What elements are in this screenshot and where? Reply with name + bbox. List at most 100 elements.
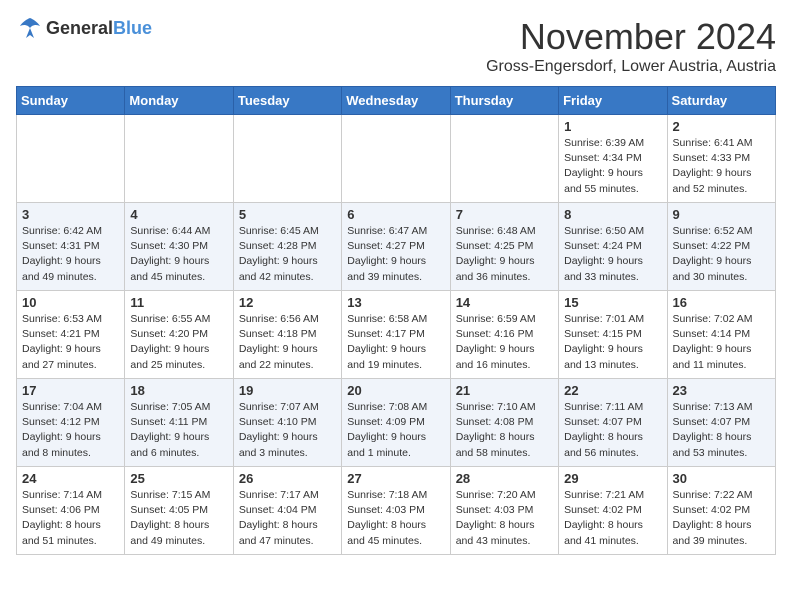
day-number: 7	[456, 207, 553, 222]
day-number: 10	[22, 295, 119, 310]
day-number: 23	[673, 383, 770, 398]
day-info: Sunrise: 6:48 AMSunset: 4:25 PMDaylight:…	[456, 224, 553, 285]
day-info: Sunrise: 6:53 AMSunset: 4:21 PMDaylight:…	[22, 312, 119, 373]
day-number: 5	[239, 207, 336, 222]
day-info: Sunrise: 6:55 AMSunset: 4:20 PMDaylight:…	[130, 312, 227, 373]
day-info: Sunrise: 7:07 AMSunset: 4:10 PMDaylight:…	[239, 400, 336, 461]
day-info: Sunrise: 7:14 AMSunset: 4:06 PMDaylight:…	[22, 488, 119, 549]
calendar-cell: 18 Sunrise: 7:05 AMSunset: 4:11 PMDaylig…	[125, 379, 233, 467]
calendar-cell	[125, 115, 233, 203]
day-info: Sunrise: 6:56 AMSunset: 4:18 PMDaylight:…	[239, 312, 336, 373]
day-number: 19	[239, 383, 336, 398]
calendar-cell	[233, 115, 341, 203]
calendar-cell: 24 Sunrise: 7:14 AMSunset: 4:06 PMDaylig…	[17, 467, 125, 555]
calendar-cell: 16 Sunrise: 7:02 AMSunset: 4:14 PMDaylig…	[667, 291, 775, 379]
calendar-table: SundayMondayTuesdayWednesdayThursdayFrid…	[16, 86, 776, 555]
calendar-week-5: 24 Sunrise: 7:14 AMSunset: 4:06 PMDaylig…	[17, 467, 776, 555]
calendar-cell: 27 Sunrise: 7:18 AMSunset: 4:03 PMDaylig…	[342, 467, 450, 555]
calendar-cell: 22 Sunrise: 7:11 AMSunset: 4:07 PMDaylig…	[559, 379, 667, 467]
day-info: Sunrise: 7:05 AMSunset: 4:11 PMDaylight:…	[130, 400, 227, 461]
day-info: Sunrise: 7:10 AMSunset: 4:08 PMDaylight:…	[456, 400, 553, 461]
weekday-header-monday: Monday	[125, 87, 233, 115]
calendar-cell: 30 Sunrise: 7:22 AMSunset: 4:02 PMDaylig…	[667, 467, 775, 555]
calendar-cell: 2 Sunrise: 6:41 AMSunset: 4:33 PMDayligh…	[667, 115, 775, 203]
day-info: Sunrise: 6:58 AMSunset: 4:17 PMDaylight:…	[347, 312, 444, 373]
day-number: 16	[673, 295, 770, 310]
calendar-week-1: 1 Sunrise: 6:39 AMSunset: 4:34 PMDayligh…	[17, 115, 776, 203]
calendar-cell: 10 Sunrise: 6:53 AMSunset: 4:21 PMDaylig…	[17, 291, 125, 379]
day-info: Sunrise: 6:42 AMSunset: 4:31 PMDaylight:…	[22, 224, 119, 285]
calendar-cell: 25 Sunrise: 7:15 AMSunset: 4:05 PMDaylig…	[125, 467, 233, 555]
calendar-cell: 28 Sunrise: 7:20 AMSunset: 4:03 PMDaylig…	[450, 467, 558, 555]
day-number: 9	[673, 207, 770, 222]
calendar-week-3: 10 Sunrise: 6:53 AMSunset: 4:21 PMDaylig…	[17, 291, 776, 379]
calendar-cell: 12 Sunrise: 6:56 AMSunset: 4:18 PMDaylig…	[233, 291, 341, 379]
day-number: 11	[130, 295, 227, 310]
calendar-cell	[342, 115, 450, 203]
day-info: Sunrise: 6:52 AMSunset: 4:22 PMDaylight:…	[673, 224, 770, 285]
calendar-cell: 9 Sunrise: 6:52 AMSunset: 4:22 PMDayligh…	[667, 203, 775, 291]
day-number: 14	[456, 295, 553, 310]
day-number: 22	[564, 383, 661, 398]
weekday-header-row: SundayMondayTuesdayWednesdayThursdayFrid…	[17, 87, 776, 115]
day-number: 25	[130, 471, 227, 486]
day-number: 4	[130, 207, 227, 222]
day-number: 1	[564, 119, 661, 134]
calendar-cell: 19 Sunrise: 7:07 AMSunset: 4:10 PMDaylig…	[233, 379, 341, 467]
day-number: 12	[239, 295, 336, 310]
day-number: 6	[347, 207, 444, 222]
day-number: 27	[347, 471, 444, 486]
calendar-cell: 3 Sunrise: 6:42 AMSunset: 4:31 PMDayligh…	[17, 203, 125, 291]
weekday-header-sunday: Sunday	[17, 87, 125, 115]
title-area: November 2024 Gross-Engersdorf, Lower Au…	[486, 16, 776, 76]
calendar-week-4: 17 Sunrise: 7:04 AMSunset: 4:12 PMDaylig…	[17, 379, 776, 467]
day-number: 15	[564, 295, 661, 310]
logo-general: General	[46, 18, 113, 38]
calendar-cell	[17, 115, 125, 203]
calendar-cell: 20 Sunrise: 7:08 AMSunset: 4:09 PMDaylig…	[342, 379, 450, 467]
calendar-cell: 14 Sunrise: 6:59 AMSunset: 4:16 PMDaylig…	[450, 291, 558, 379]
day-info: Sunrise: 7:22 AMSunset: 4:02 PMDaylight:…	[673, 488, 770, 549]
day-info: Sunrise: 7:21 AMSunset: 4:02 PMDaylight:…	[564, 488, 661, 549]
day-number: 29	[564, 471, 661, 486]
day-number: 3	[22, 207, 119, 222]
calendar-cell	[450, 115, 558, 203]
calendar-cell: 17 Sunrise: 7:04 AMSunset: 4:12 PMDaylig…	[17, 379, 125, 467]
day-number: 2	[673, 119, 770, 134]
weekday-header-friday: Friday	[559, 87, 667, 115]
day-info: Sunrise: 7:15 AMSunset: 4:05 PMDaylight:…	[130, 488, 227, 549]
calendar-cell: 26 Sunrise: 7:17 AMSunset: 4:04 PMDaylig…	[233, 467, 341, 555]
day-info: Sunrise: 7:18 AMSunset: 4:03 PMDaylight:…	[347, 488, 444, 549]
day-number: 18	[130, 383, 227, 398]
day-info: Sunrise: 6:59 AMSunset: 4:16 PMDaylight:…	[456, 312, 553, 373]
calendar-cell: 4 Sunrise: 6:44 AMSunset: 4:30 PMDayligh…	[125, 203, 233, 291]
calendar-cell: 21 Sunrise: 7:10 AMSunset: 4:08 PMDaylig…	[450, 379, 558, 467]
day-number: 20	[347, 383, 444, 398]
calendar-cell: 15 Sunrise: 7:01 AMSunset: 4:15 PMDaylig…	[559, 291, 667, 379]
calendar-cell: 13 Sunrise: 6:58 AMSunset: 4:17 PMDaylig…	[342, 291, 450, 379]
day-info: Sunrise: 7:13 AMSunset: 4:07 PMDaylight:…	[673, 400, 770, 461]
day-info: Sunrise: 6:39 AMSunset: 4:34 PMDaylight:…	[564, 136, 661, 197]
month-title: November 2024	[486, 16, 776, 58]
day-info: Sunrise: 6:50 AMSunset: 4:24 PMDaylight:…	[564, 224, 661, 285]
calendar-cell: 29 Sunrise: 7:21 AMSunset: 4:02 PMDaylig…	[559, 467, 667, 555]
day-number: 17	[22, 383, 119, 398]
day-info: Sunrise: 7:11 AMSunset: 4:07 PMDaylight:…	[564, 400, 661, 461]
logo-bird-icon	[16, 16, 44, 40]
day-number: 26	[239, 471, 336, 486]
calendar-cell: 8 Sunrise: 6:50 AMSunset: 4:24 PMDayligh…	[559, 203, 667, 291]
weekday-header-tuesday: Tuesday	[233, 87, 341, 115]
day-number: 24	[22, 471, 119, 486]
day-number: 21	[456, 383, 553, 398]
day-info: Sunrise: 7:08 AMSunset: 4:09 PMDaylight:…	[347, 400, 444, 461]
day-info: Sunrise: 6:44 AMSunset: 4:30 PMDaylight:…	[130, 224, 227, 285]
day-info: Sunrise: 7:17 AMSunset: 4:04 PMDaylight:…	[239, 488, 336, 549]
weekday-header-saturday: Saturday	[667, 87, 775, 115]
day-info: Sunrise: 7:04 AMSunset: 4:12 PMDaylight:…	[22, 400, 119, 461]
calendar-cell: 23 Sunrise: 7:13 AMSunset: 4:07 PMDaylig…	[667, 379, 775, 467]
calendar-week-2: 3 Sunrise: 6:42 AMSunset: 4:31 PMDayligh…	[17, 203, 776, 291]
calendar-cell: 1 Sunrise: 6:39 AMSunset: 4:34 PMDayligh…	[559, 115, 667, 203]
day-info: Sunrise: 6:47 AMSunset: 4:27 PMDaylight:…	[347, 224, 444, 285]
day-info: Sunrise: 7:01 AMSunset: 4:15 PMDaylight:…	[564, 312, 661, 373]
header: GeneralBlue November 2024 Gross-Engersdo…	[16, 16, 776, 76]
